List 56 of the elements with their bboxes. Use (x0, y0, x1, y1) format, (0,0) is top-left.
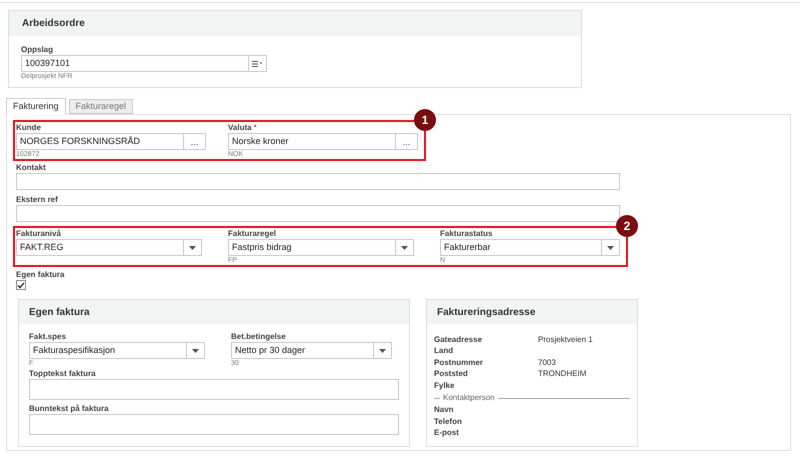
caret-icon (401, 246, 408, 250)
list-icon (252, 60, 263, 66)
field-label: Bunntekst på faktura (29, 404, 109, 414)
address-label: Navn (434, 404, 455, 416)
field-label: Bet.betingelse (231, 332, 286, 342)
caret-icon (607, 246, 614, 250)
address-value: TRONDHEIM (538, 368, 586, 380)
input-field[interactable]: 100397101 (21, 55, 249, 72)
list-menu-button[interactable] (249, 55, 267, 72)
dropdown[interactable]: Fakturaspesifikasjon (29, 342, 205, 359)
input-field[interactable]: Norske kroner (228, 133, 396, 150)
field-label: Kontakt (16, 163, 46, 173)
step-badge: 1 (414, 109, 436, 131)
panel-title: Faktureringsadresse (437, 306, 536, 320)
checkbox[interactable] (16, 280, 26, 290)
input-field[interactable] (16, 205, 620, 222)
panel-title: Egen faktura (29, 306, 90, 320)
field-label: Fakturaregel (228, 229, 276, 239)
panel-title: Arbeidsordre (22, 17, 85, 31)
field-label: Egen faktura (16, 270, 66, 280)
caret-icon (189, 246, 196, 250)
address-label: Land (434, 345, 454, 358)
field-label: Fakt.spes (29, 332, 66, 342)
tab[interactable]: Fakturering (6, 98, 66, 115)
required-marker: * (254, 123, 257, 133)
field-label: Valuta (228, 123, 252, 133)
address-label: Postnummer (434, 356, 484, 369)
field-label: Ekstern ref (16, 195, 58, 205)
field-label: Oppslag (21, 45, 54, 55)
caret-icon (192, 348, 199, 352)
dropdown[interactable]: Fastpris bidrag (228, 239, 414, 256)
tab[interactable]: Fakturaregel (68, 99, 134, 114)
input-field[interactable] (16, 173, 620, 190)
field-label: Fakturanivå (16, 229, 61, 239)
dropdown[interactable]: FAKT.REG (16, 239, 202, 256)
field-label: Kunde (16, 123, 41, 133)
address-label: Poststed (434, 368, 469, 380)
field-label: Fakturastatus (440, 229, 492, 239)
checkmark-icon (17, 282, 25, 288)
address-label: Fylke (434, 380, 456, 392)
address-value: 7003 (538, 356, 556, 369)
address-label: Telefon (434, 416, 463, 428)
step-badge: 2 (616, 215, 638, 237)
field-label: Topptekst faktura (29, 369, 96, 379)
caret-icon (379, 348, 386, 352)
browse-button[interactable]: ... (396, 133, 418, 150)
text-area[interactable] (29, 379, 399, 400)
address-label: Gateadresse (434, 334, 484, 346)
dropdown[interactable]: Fakturerbar (440, 239, 620, 256)
text-area[interactable] (29, 414, 399, 435)
input-field[interactable]: NORGES FORSKNINGSRÅD (16, 133, 184, 150)
address-label: E-post (434, 427, 460, 440)
section-label: Kontaktperson (443, 392, 495, 404)
dropdown[interactable]: Netto pr 30 dager (231, 342, 392, 359)
browse-button[interactable]: ... (184, 133, 206, 150)
address-value: Prosjektveien 1 (538, 334, 593, 346)
